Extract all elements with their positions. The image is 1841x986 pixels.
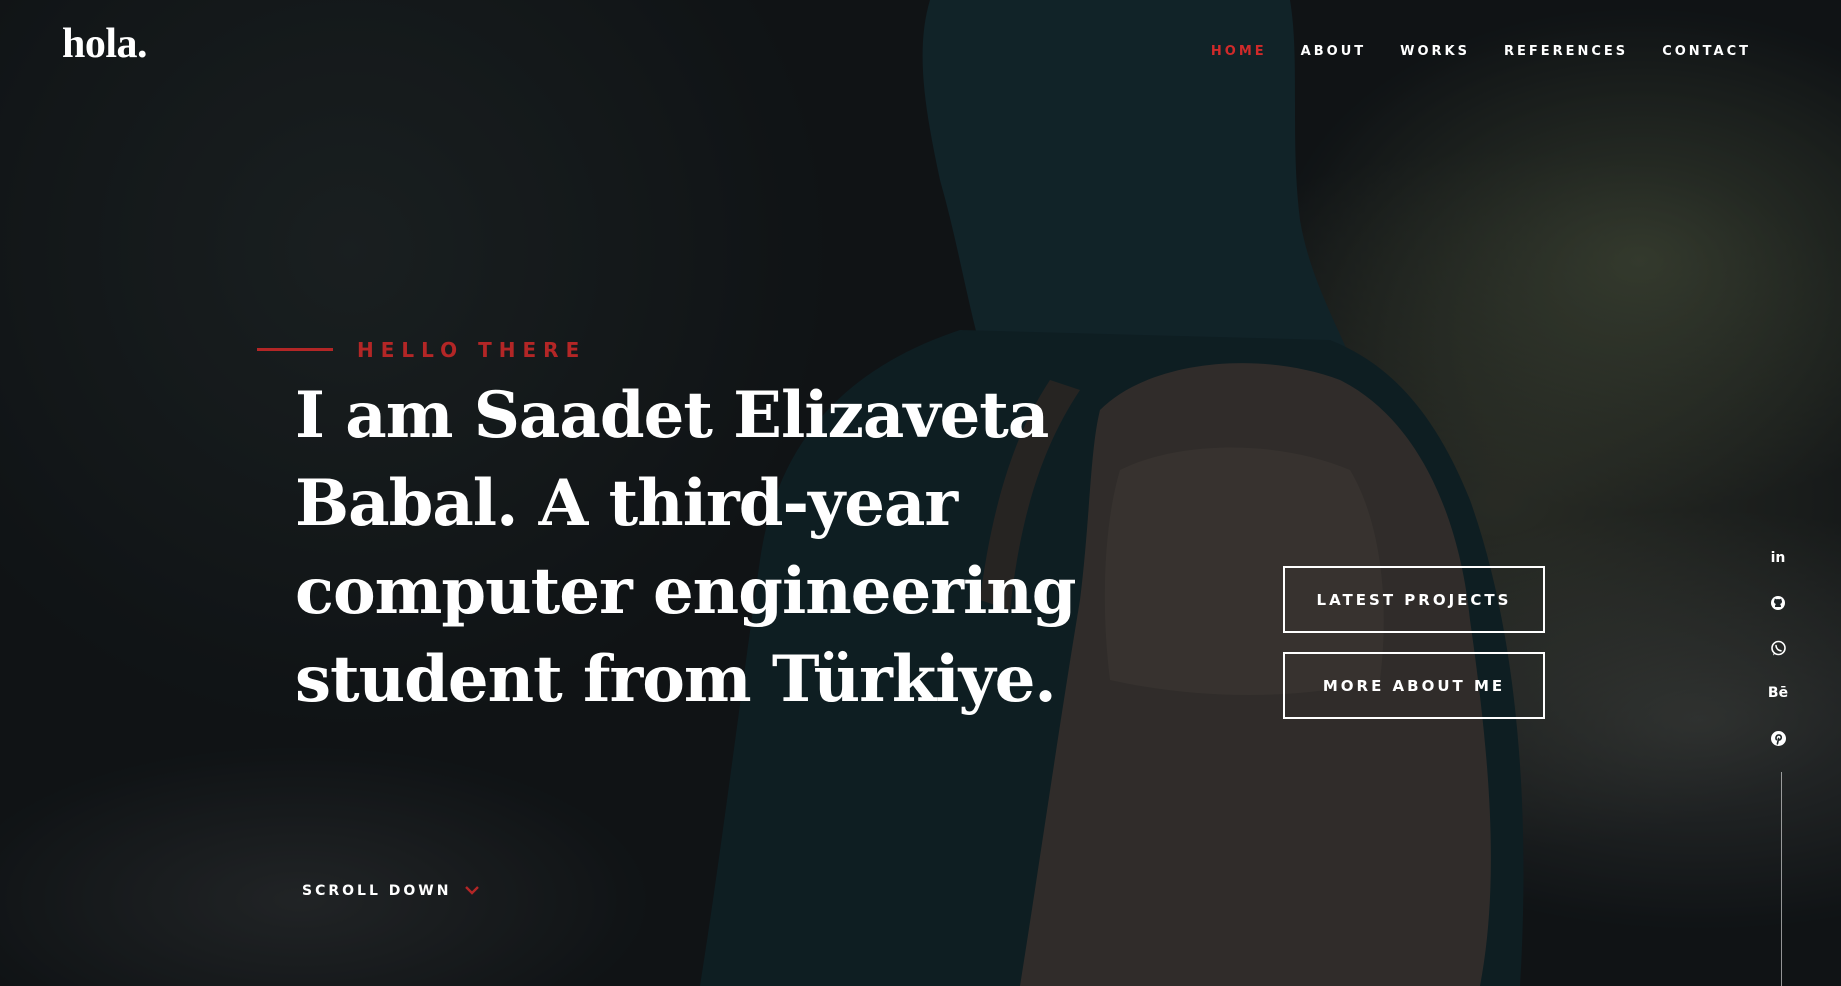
- more-about-me-button[interactable]: MORE ABOUT ME: [1283, 652, 1545, 719]
- linkedin-icon[interactable]: in: [1767, 547, 1789, 569]
- site-logo[interactable]: hola.: [62, 20, 148, 68]
- eyebrow-text: HELLO THERE: [357, 338, 587, 362]
- nav-references[interactable]: REFERENCES: [1504, 44, 1628, 59]
- behance-icon[interactable]: Bē: [1767, 682, 1789, 704]
- nav-works[interactable]: WORKS: [1400, 44, 1470, 59]
- whatsapp-icon[interactable]: [1767, 637, 1789, 659]
- social-links: in Bē: [1762, 547, 1794, 749]
- chevron-down-icon: [465, 882, 480, 900]
- scroll-down-link[interactable]: SCROLL DOWN: [302, 882, 480, 900]
- hero-section: hola. HOME ABOUT WORKS REFERENCES CONTAC…: [0, 0, 1841, 986]
- github-icon[interactable]: [1767, 592, 1789, 614]
- scroll-down-label: SCROLL DOWN: [302, 883, 452, 899]
- latest-projects-button[interactable]: LATEST PROJECTS: [1283, 566, 1545, 633]
- main-nav: HOME ABOUT WORKS REFERENCES CONTACT: [1211, 44, 1751, 59]
- nav-about[interactable]: ABOUT: [1301, 44, 1366, 59]
- hero-headline: I am Saadet Elizaveta Babal. A third-yea…: [295, 378, 1077, 717]
- eyebrow-divider: [257, 348, 333, 351]
- nav-home[interactable]: HOME: [1211, 44, 1267, 59]
- social-rail-line: [1781, 772, 1782, 986]
- pinterest-icon[interactable]: [1767, 727, 1789, 749]
- nav-contact[interactable]: CONTACT: [1662, 44, 1751, 59]
